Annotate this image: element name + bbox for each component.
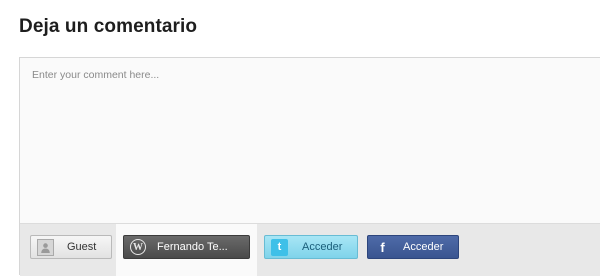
comment-textarea[interactable]: [20, 58, 600, 223]
twitter-login-tab[interactable]: t Acceder: [264, 235, 358, 259]
guest-login-tab[interactable]: Guest: [30, 235, 112, 259]
wordpress-user-label: Fernando Te...: [157, 241, 228, 253]
facebook-login-tab[interactable]: f Acceder: [367, 235, 459, 259]
twitter-logo-icon: t: [271, 238, 288, 256]
login-options-bar: Guest W Fernando Te... t Acceder f Acced…: [20, 223, 600, 276]
user-silhouette-icon: [37, 238, 54, 256]
guest-login-label: Guest: [67, 241, 97, 253]
wordpress-login-tab[interactable]: W Fernando Te...: [123, 235, 250, 259]
wordpress-logo-icon: W: [130, 239, 146, 255]
twitter-login-label: Acceder: [302, 241, 343, 253]
page-title: Deja un comentario: [19, 16, 198, 37]
facebook-login-label: Acceder: [403, 241, 444, 253]
facebook-logo-icon: f: [380, 239, 385, 255]
comment-form: Guest W Fernando Te... t Acceder f Acced…: [19, 57, 600, 276]
